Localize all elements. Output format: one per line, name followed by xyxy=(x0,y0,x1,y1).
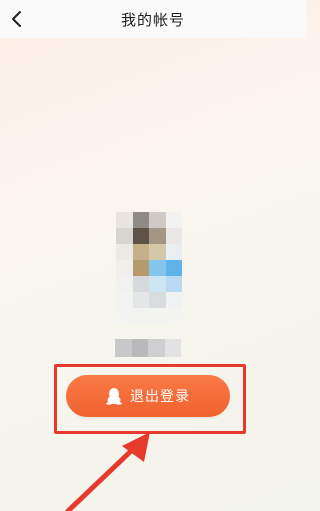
avatar-pixel xyxy=(132,244,149,260)
avatar-pixel xyxy=(116,244,133,260)
logout-button[interactable]: 退出登录 xyxy=(66,375,230,417)
logout-label: 退出登录 xyxy=(130,389,190,405)
avatar-pixel xyxy=(165,260,182,276)
username-pixel xyxy=(131,339,148,357)
avatar[interactable] xyxy=(116,212,182,324)
qq-penguin-icon xyxy=(106,387,122,405)
avatar-pixel xyxy=(165,212,182,228)
username-pixel xyxy=(164,339,181,357)
avatar-pixel xyxy=(132,292,149,308)
avatar-pixel xyxy=(165,292,182,308)
username-pixel xyxy=(148,339,165,357)
avatar-pixel xyxy=(149,292,166,308)
avatar-pixel xyxy=(165,276,182,292)
avatar-pixel xyxy=(149,228,166,244)
avatar-pixel xyxy=(132,212,149,228)
avatar-pixel xyxy=(116,292,133,308)
avatar-pixel xyxy=(165,228,182,244)
avatar-pixel xyxy=(149,260,166,276)
avatar-pixel xyxy=(116,260,133,276)
avatar-pixel xyxy=(132,276,149,292)
chevron-left-icon xyxy=(12,11,21,27)
avatar-pixel xyxy=(149,308,166,324)
avatar-pixel xyxy=(132,260,149,276)
page-title: 我的帐号 xyxy=(120,10,185,29)
avatar-pixel xyxy=(149,212,166,228)
avatar-pixel xyxy=(132,308,149,324)
nav-bar: 我的帐号 xyxy=(0,0,306,38)
avatar-pixel xyxy=(165,244,182,260)
avatar-pixel xyxy=(116,212,133,228)
avatar-pixel xyxy=(149,244,166,260)
avatar-pixel xyxy=(132,228,149,244)
username-blurred xyxy=(115,339,181,357)
back-button[interactable] xyxy=(6,9,26,29)
username-pixel xyxy=(115,339,132,357)
avatar-pixel xyxy=(165,308,182,324)
avatar-pixel xyxy=(116,276,133,292)
avatar-pixel xyxy=(116,308,133,324)
avatar-pixel xyxy=(116,228,133,244)
avatar-pixel xyxy=(149,276,166,292)
